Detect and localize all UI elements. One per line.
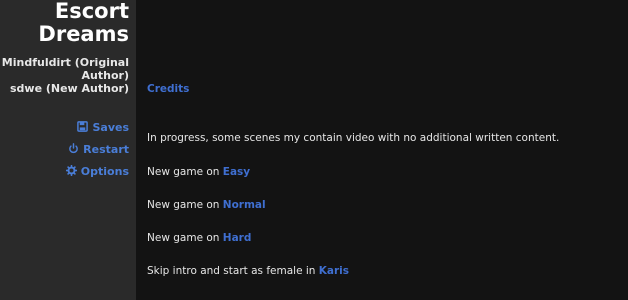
game-title-line1: Escort (54, 0, 129, 23)
authors: Mindfuldirt (Original Author) sdwe (New … (0, 56, 129, 95)
notice-text: In progress, some scenes my contain vide… (147, 132, 560, 144)
original-author-line2: Author) (81, 69, 129, 82)
restart-button[interactable]: Restart (0, 143, 129, 156)
options-button[interactable]: Options (0, 165, 129, 178)
skip-intro-prefix: Skip intro and start as female in (147, 265, 319, 277)
new-author: sdwe (New Author) (9, 82, 129, 95)
gear-icon (65, 165, 77, 176)
saves-button[interactable]: Saves (0, 121, 129, 134)
story-passage: Credits In progress, some scenes my cont… (136, 0, 628, 300)
restart-label: Restart (83, 143, 129, 156)
new-game-hard-line: New game on Hard (147, 232, 251, 245)
original-author-line1: Mindfuldirt (Original (1, 56, 129, 69)
new-game-hard-prefix: New game on (147, 232, 223, 244)
hard-link[interactable]: Hard (223, 232, 252, 244)
game-title-line2: Dreams (38, 22, 129, 46)
new-game-easy-prefix: New game on (147, 166, 223, 178)
credits-line: Credits (147, 83, 189, 96)
game-title: Escort Dreams (0, 0, 129, 46)
easy-link[interactable]: Easy (223, 166, 250, 178)
karis-link[interactable]: Karis (319, 265, 349, 277)
new-game-normal-prefix: New game on (147, 199, 223, 211)
options-label: Options (80, 165, 129, 178)
new-game-normal-line: New game on Normal (147, 199, 266, 212)
skip-intro-line: Skip intro and start as female in Karis (147, 265, 349, 278)
sidebar: Escort Dreams Mindfuldirt (Original Auth… (0, 0, 136, 300)
side-menu: Saves Restart Options (0, 121, 129, 178)
credits-link[interactable]: Credits (147, 83, 189, 95)
save-icon (77, 121, 89, 132)
new-game-easy-line: New game on Easy (147, 166, 250, 179)
saves-label: Saves (92, 121, 129, 134)
normal-link[interactable]: Normal (223, 199, 266, 211)
restart-icon (69, 143, 79, 154)
